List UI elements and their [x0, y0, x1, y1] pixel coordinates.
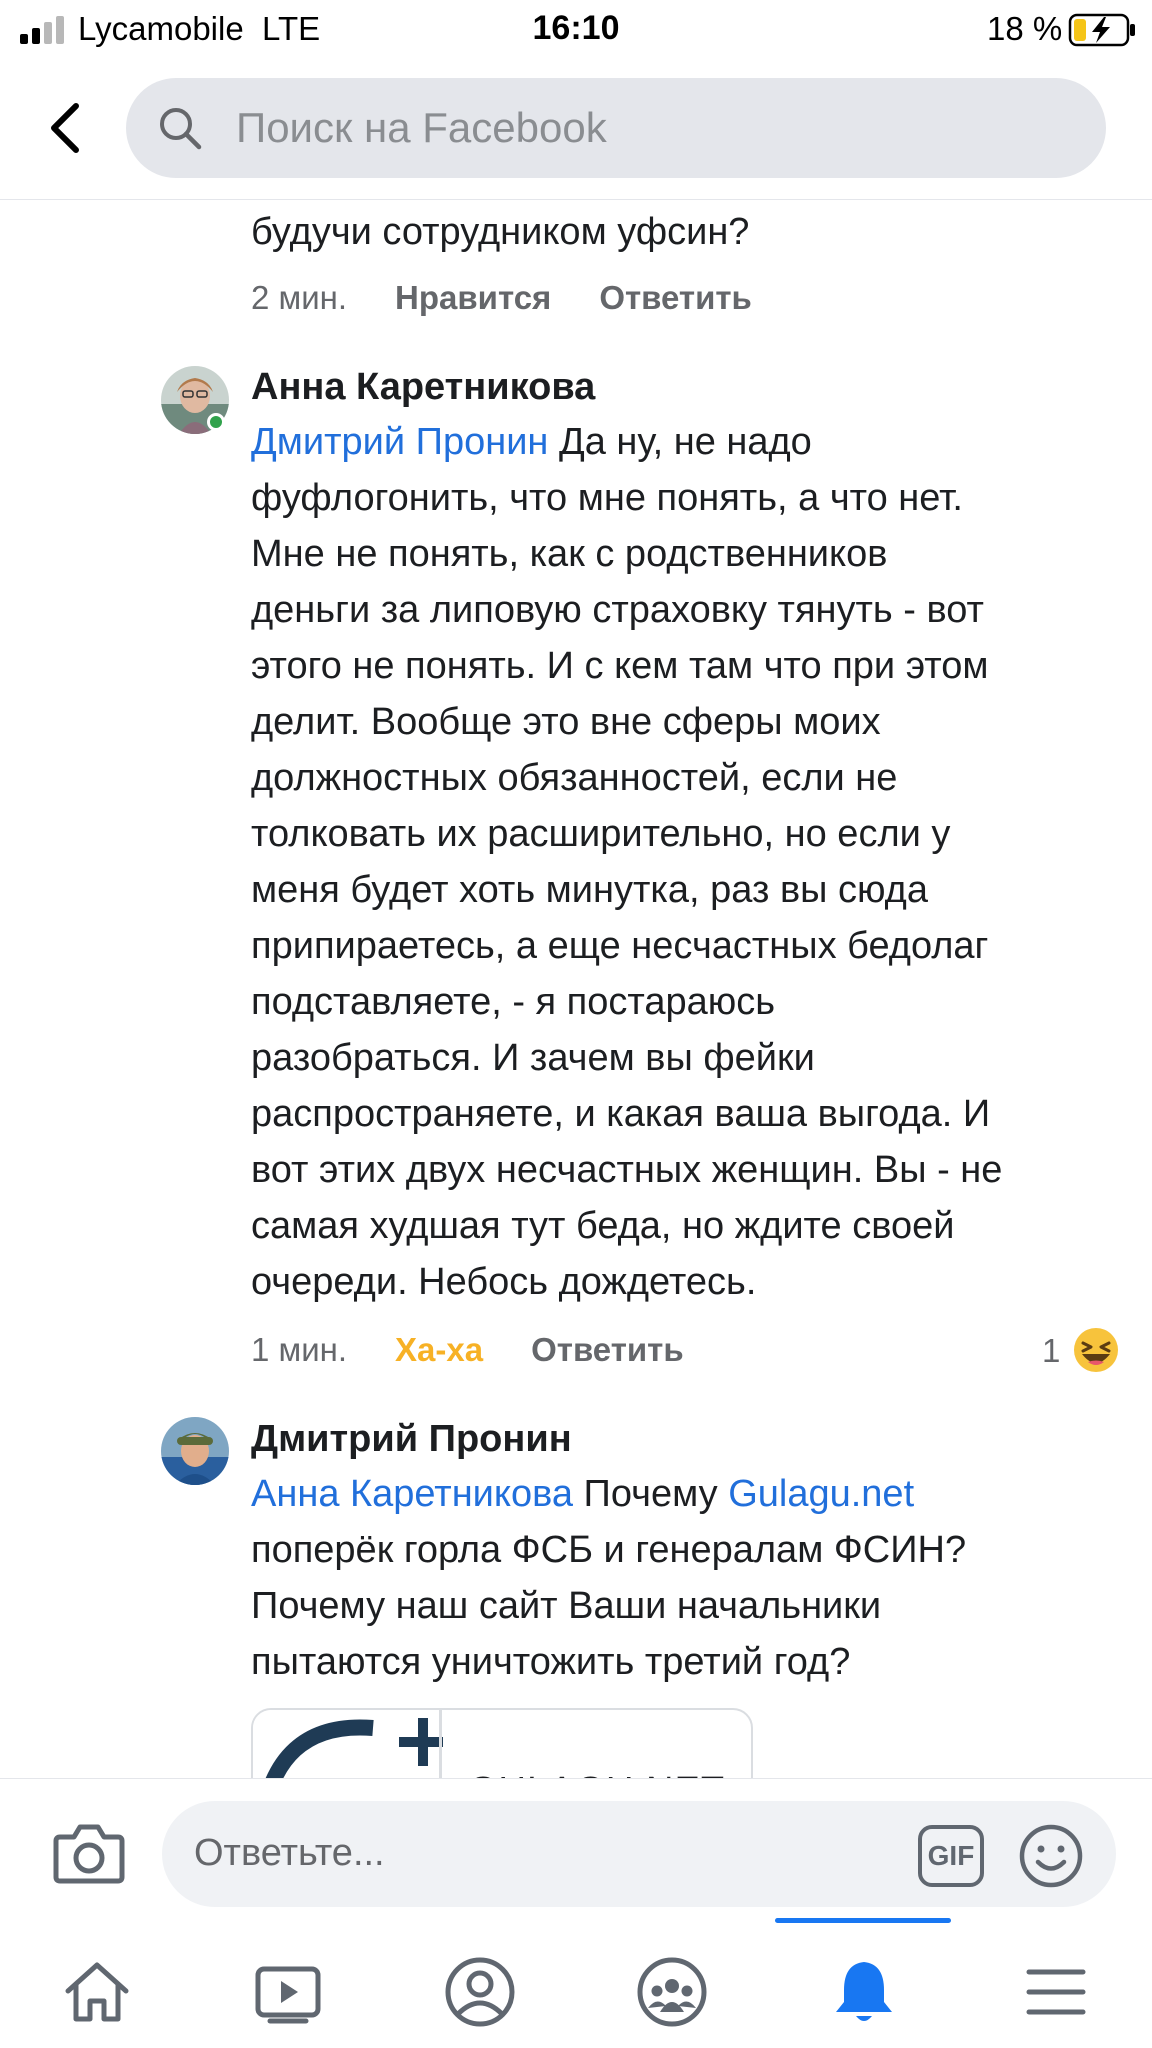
video-icon [255, 1966, 321, 2024]
battery-percentage: 18 % [987, 10, 1063, 47]
gulagu-link[interactable]: Gulagu.net [728, 1473, 914, 1515]
comment-author[interactable]: Анна Каретникова [251, 366, 595, 409]
profile-icon [445, 1957, 515, 2027]
comment-actions: 2 мин. Нравится Ответить [251, 273, 800, 323]
bottom-navigation [0, 1918, 1152, 2048]
back-arrow-icon[interactable] [42, 100, 88, 156]
nav-watch[interactable] [250, 1954, 326, 2030]
home-icon [65, 1962, 129, 2022]
comment-author[interactable]: Дмитрий Пронин [251, 1418, 572, 1461]
emoji-icon[interactable] [1018, 1823, 1084, 1889]
link-preview-card[interactable]: GULAGU.NET [251, 1708, 753, 1778]
status-bar: Lycamobile LTE 16:10 18 % [0, 0, 1152, 60]
reply-input-box[interactable]: GIF [162, 1801, 1116, 1907]
link-domain: GULAGU.NET [468, 1770, 725, 1778]
haha-reaction-button[interactable]: Ха-ха [395, 1331, 483, 1369]
avatar[interactable] [161, 1417, 229, 1485]
menu-icon [1026, 1969, 1086, 2015]
reply-input[interactable] [194, 1823, 894, 1883]
search-header [0, 60, 1152, 200]
online-status-indicator [207, 413, 225, 431]
groups-icon [637, 1957, 707, 2027]
nav-home[interactable] [59, 1954, 135, 2030]
comment-timestamp: 2 мин. [251, 279, 348, 316]
reaction-count[interactable]: 1 [1042, 1332, 1060, 1370]
gulagu-logo [253, 1710, 443, 1778]
bell-icon [836, 1962, 892, 2021]
search-icon [160, 108, 202, 150]
active-tab-indicator [775, 1918, 951, 1923]
haha-emoji-icon[interactable] [1072, 1326, 1120, 1374]
battery-charging-icon [1068, 13, 1135, 47]
comment-actions: 1 мин. Ха-ха Ответить [251, 1325, 732, 1375]
reply-button[interactable]: Ответить [531, 1331, 684, 1369]
search-input[interactable] [236, 96, 1036, 160]
search-bar[interactable] [126, 78, 1106, 178]
comment-timestamp: 1 мин. [251, 1331, 348, 1368]
nav-menu[interactable] [1018, 1954, 1094, 2030]
status-time: 16:10 [532, 9, 620, 47]
reply-button[interactable]: Ответить [599, 279, 752, 317]
nav-groups[interactable] [634, 1954, 710, 2030]
nav-notifications[interactable] [826, 1954, 902, 2030]
comment-text: Анна Каретникова Почему Gulagu.net попер… [251, 1473, 967, 1683]
comment-text: Дмитрий Пронин Да ну, не надо фуфлогонит… [251, 421, 1003, 1303]
camera-icon[interactable] [52, 1821, 126, 1885]
mention-link[interactable]: Анна Каретникова [251, 1473, 573, 1515]
like-button[interactable]: Нравится [395, 279, 551, 317]
comment-thread: будучи сотрудником уфсин? 2 мин. Нравитс… [0, 200, 1152, 1778]
mention-link[interactable]: Дмитрий Пронин [251, 421, 548, 463]
nav-profile[interactable] [442, 1954, 518, 2030]
reply-composer: GIF [0, 1778, 1152, 1918]
gif-button[interactable]: GIF [918, 1825, 984, 1887]
comment-text: будучи сотрудником уфсин? [251, 211, 750, 253]
